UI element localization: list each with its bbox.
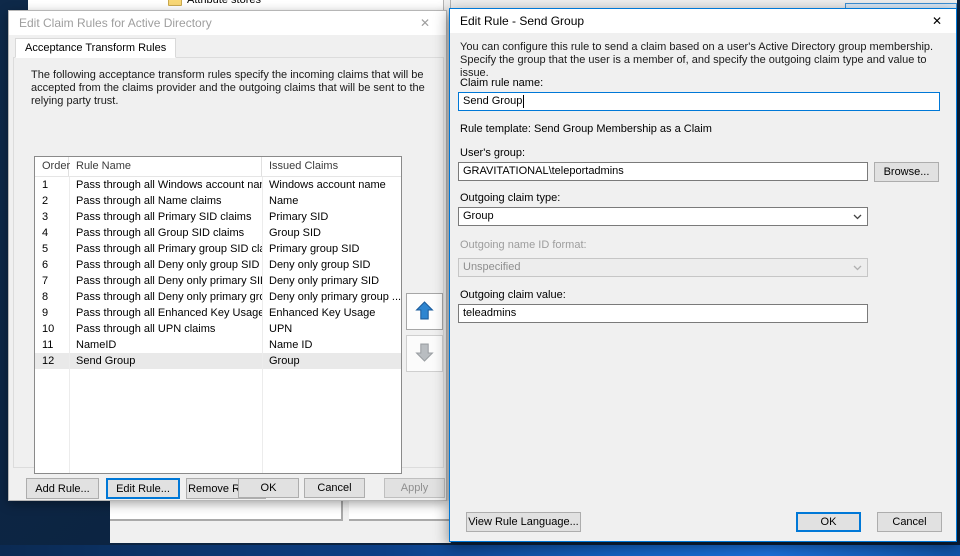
text-caret [523,94,525,108]
users-group-input[interactable]: GRAVITATIONAL\teleportadmins [458,162,868,181]
folder-icon [168,0,182,6]
outgoing-claim-value-input[interactable]: teleadmins [458,304,868,323]
table-row[interactable]: 2 Pass through all Name claims Name [35,193,401,209]
chevron-down-icon [849,209,866,224]
table-row[interactable]: 1 Pass through all Windows account name.… [35,177,401,193]
cancel-button[interactable]: Cancel [877,512,942,532]
claim-rules-list[interactable]: Order Rule Name Issued Claims 1 Pass thr… [34,156,402,474]
rule-description: You can configure this rule to send a cl… [460,41,934,79]
browse-button[interactable]: Browse... [874,162,939,182]
table-row[interactable]: 11 NameID Name ID [35,337,401,353]
outgoing-claim-type-select[interactable]: Group [458,207,868,226]
desktop-bottom-band [0,545,960,556]
tab-acceptance-transform-rules[interactable]: Acceptance Transform Rules [15,38,177,58]
outgoing-claim-type-label: Outgoing claim type: [460,192,561,204]
chevron-down-icon [849,260,866,275]
table-row[interactable]: 4 Pass through all Group SID claims Grou… [35,225,401,241]
ok-button[interactable]: OK [238,478,299,498]
view-rule-language-button[interactable]: View Rule Language... [466,512,581,532]
background-window-top: Attribute stores [28,0,443,10]
move-rule-up-button[interactable] [406,293,443,330]
table-row[interactable]: 6 Pass through all Deny only group SID c… [35,257,401,273]
users-group-label: User's group: [460,147,526,159]
cancel-button[interactable]: Cancel [304,478,365,498]
table-row[interactable]: 7 Pass through all Deny only primary SI D… [35,273,401,289]
table-row[interactable]: 9 Pass through all Enhanced Key Usage cl… [35,305,401,321]
table-row[interactable]: 5 Pass through all Primary group SID cla… [35,241,401,257]
tab-page: The following acceptance transform rules… [13,57,444,499]
table-row[interactable]: 8 Pass through all Deny only primary gro… [35,289,401,305]
arrow-up-icon [415,300,434,323]
background-list-panel-2 [349,501,449,521]
rules-description: The following acceptance transform rules… [31,69,425,107]
rules-table-body: 1 Pass through all Windows account name.… [35,177,401,369]
table-row[interactable]: 12 Send Group Group [35,353,401,369]
column-header-order[interactable]: Order [35,157,70,176]
add-rule-button[interactable]: Add Rule... [26,478,99,499]
close-icon[interactable]: ✕ [412,13,438,33]
left-dialog-title: Edit Claim Rules for Active Directory [19,16,212,30]
table-row[interactable]: 10 Pass through all UPN claims UPN [35,321,401,337]
tree-item-label: Attribute stores [187,0,261,6]
table-row[interactable]: 3 Pass through all Primary SID claims Pr… [35,209,401,225]
outgoing-claim-value-label: Outgoing claim value: [460,289,566,301]
close-icon[interactable]: ✕ [924,11,950,31]
edit-rule-button[interactable]: Edit Rule... [106,478,180,499]
edit-rule-send-group-dialog: Edit Rule - Send Group ✕ You can configu… [449,8,957,542]
column-header-issued-claims[interactable]: Issued Claims [262,157,401,176]
tree-item-attribute-stores: Attribute stores [168,0,261,6]
move-rule-down-button[interactable] [406,335,443,372]
column-header-rule-name[interactable]: Rule Name [69,157,262,176]
right-dialog-titlebar: Edit Rule - Send Group [450,9,956,33]
arrow-down-icon [415,343,434,365]
background-list-panel [110,501,343,521]
edit-claim-rules-dialog: Edit Claim Rules for Active Directory ✕ … [8,10,447,501]
rule-template-text: Rule template: Send Group Membership as … [460,123,712,135]
outgoing-name-id-format-label: Outgoing name ID format: [460,239,587,251]
right-dialog-title: Edit Rule - Send Group [460,14,585,28]
outgoing-name-id-format-select: Unspecified [458,258,868,277]
apply-button[interactable]: Apply [384,478,445,498]
ok-button[interactable]: OK [796,512,861,532]
claim-rule-name-input[interactable]: Send Group [458,92,940,111]
left-dialog-titlebar: Edit Claim Rules for Active Directory [9,11,446,35]
list-header[interactable]: Order Rule Name Issued Claims [35,157,401,177]
claim-rule-name-label: Claim rule name: [460,77,544,89]
